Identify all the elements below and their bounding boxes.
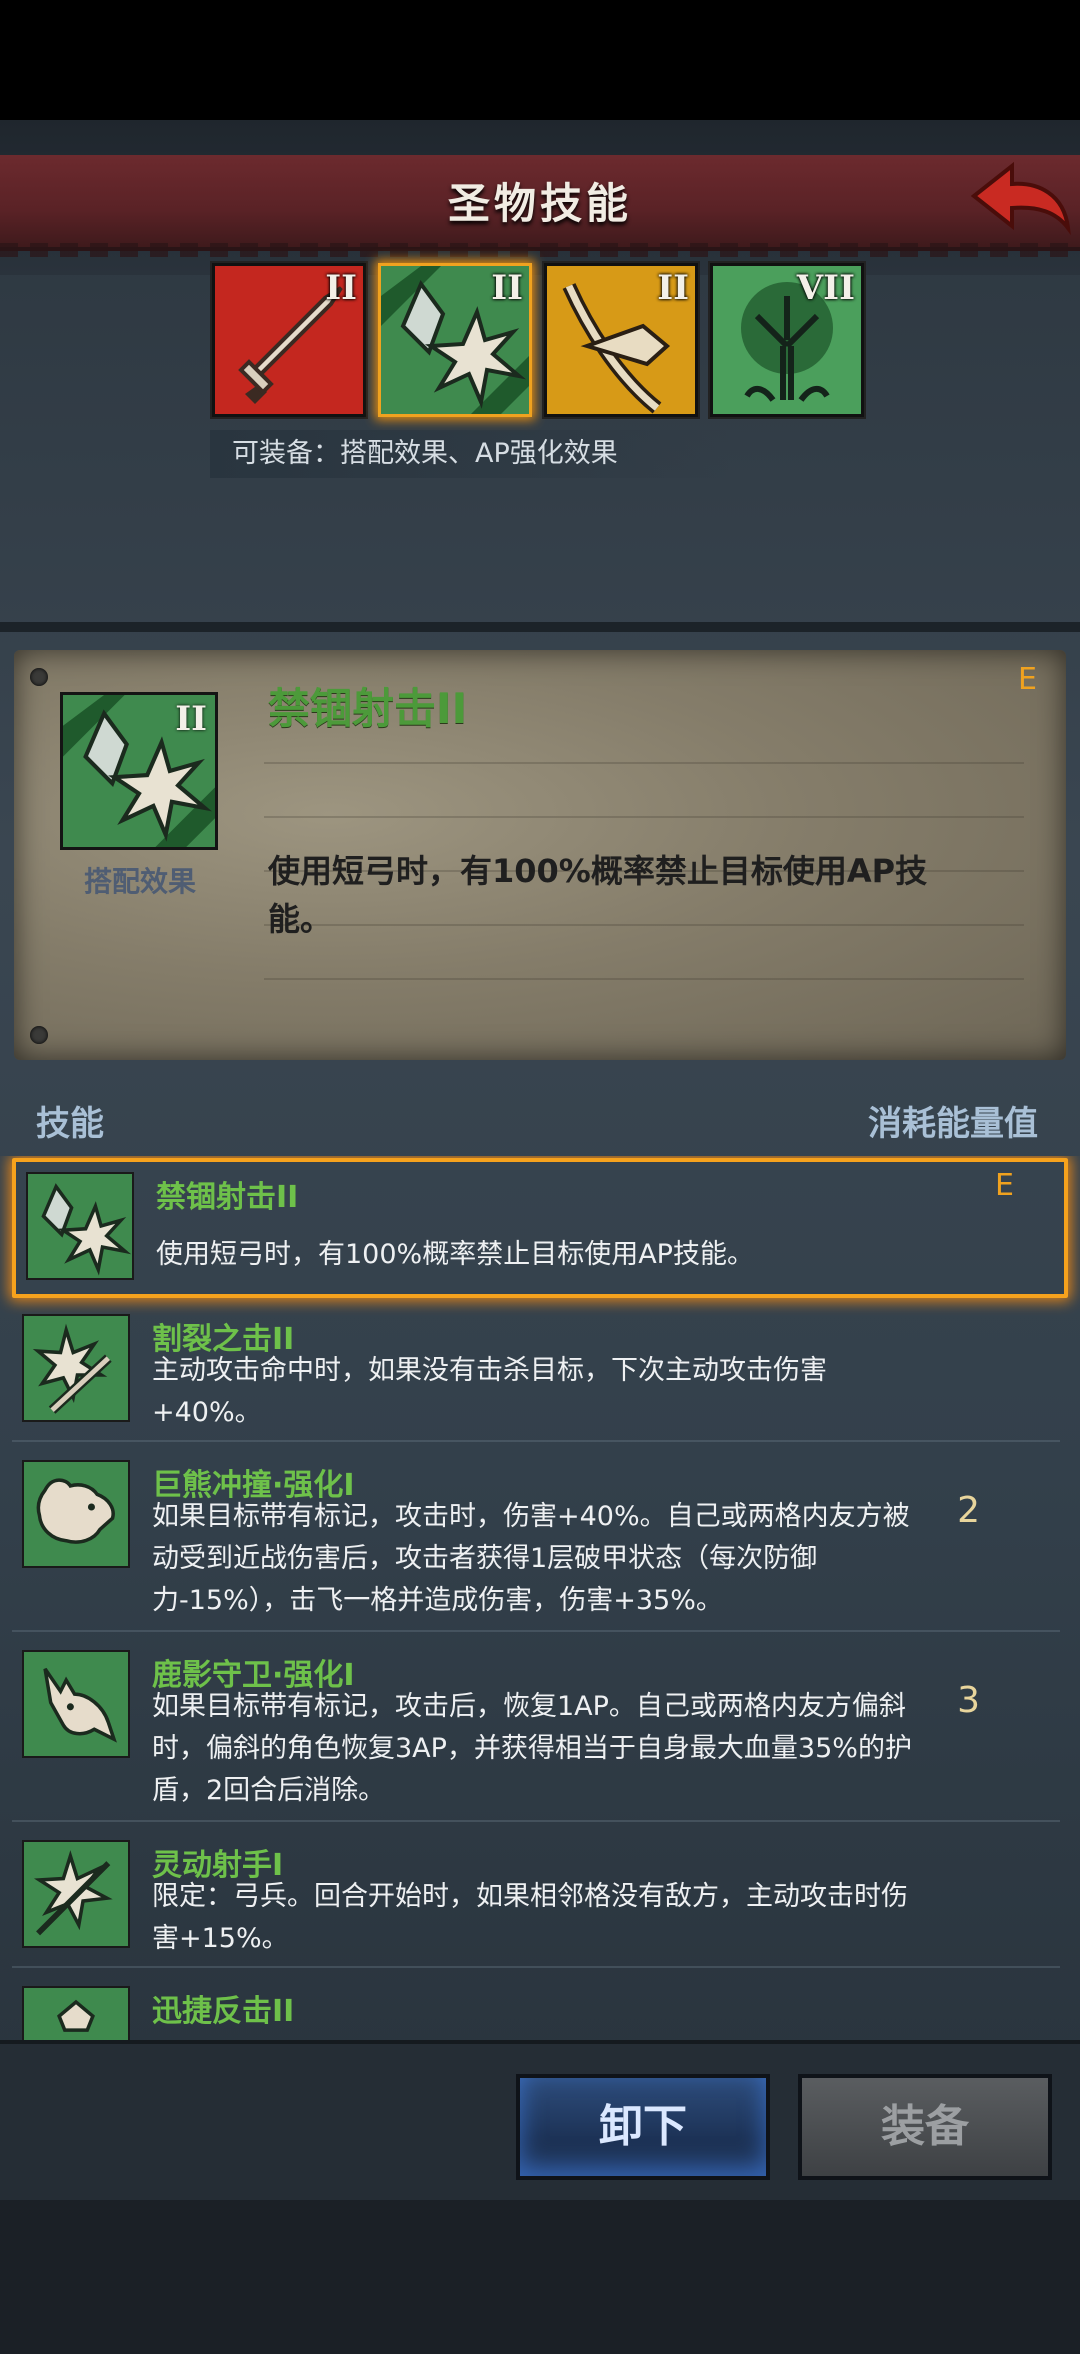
bear-icon [22, 1460, 130, 1568]
skill-description: 如果目标带有标记，攻击后，恢复1AP。自己或两格内友方偏斜时，偏斜的角色恢复3A… [152, 1691, 912, 1806]
list-item[interactable]: 迅捷反击II [12, 1976, 1060, 2040]
relic-level: II [491, 268, 523, 308]
equip-hint: 可装备：搭配效果、AP强化效果 [210, 430, 732, 478]
counter-icon [22, 1986, 130, 2040]
skill-description: 限定：弓兵。回合开始时，如果相邻格没有敌方，主动攻击时伤害+15%。 [152, 1881, 908, 1954]
skill-description: 使用短弓时，有100%概率禁止目标使用AP技能。 [156, 1239, 754, 1270]
list-item[interactable]: 割裂之击II 主动攻击命中时，如果没有击杀目标，下次主动攻击伤害+40%。 [12, 1304, 1060, 1442]
energy-cost: 2 [957, 1490, 980, 1531]
detail-level: II [175, 699, 207, 739]
skill-description: 主动攻击命中时，如果没有击杀目标，下次主动攻击伤害+40%。 [152, 1355, 827, 1428]
detail-equipped-badge: E [1018, 662, 1037, 697]
detail-skill-icon: II [60, 692, 218, 850]
relic-level: II [325, 268, 357, 308]
list-item[interactable]: 巨熊冲撞·强化I 如果目标带有标记，攻击时，伤害+40%。自己或两格内友方被动受… [12, 1450, 1060, 1632]
unequip-button[interactable]: 卸下 [516, 2074, 770, 2180]
relic-level: VII [796, 268, 855, 308]
energy-cost: 3 [957, 1680, 980, 1721]
list-item[interactable]: 禁锢射击II 使用短弓时，有100%概率禁止目标使用AP技能。 E [12, 1158, 1068, 1298]
back-button[interactable] [968, 158, 1072, 244]
equip-button[interactable]: 装备 [798, 2074, 1052, 2180]
skill-name: 禁锢射击II [156, 1180, 299, 1215]
back-arrow-icon [970, 161, 1071, 236]
list-item[interactable]: 灵动射手I 限定：弓兵。回合开始时，如果相邻格没有敌方，主动攻击时伤害+15%。 [12, 1830, 1060, 1968]
relic-slot-crystal-burst[interactable]: II [378, 263, 532, 417]
skill-list-header: 技能 消耗能量值 [0, 1082, 1080, 1154]
bottom-area [0, 2200, 1080, 2354]
relic-slot-bow[interactable]: II [544, 263, 698, 417]
section-divider [0, 622, 1080, 632]
column-cost-label: 消耗能量值 [868, 1104, 1038, 1144]
page-title: 圣物技能 [447, 179, 632, 228]
equipped-badge: E [995, 1168, 1014, 1203]
relic-slot-tree[interactable]: VII [710, 263, 864, 417]
relic-selector: II II II VII [212, 263, 872, 417]
deer-icon [22, 1650, 130, 1758]
detail-type-label: 搭配效果 [83, 865, 196, 898]
list-item[interactable]: 鹿影守卫·强化I 如果目标带有标记，攻击后，恢复1AP。自己或两格内友方偏斜时，… [12, 1640, 1060, 1822]
column-skill-label: 技能 [36, 1104, 104, 1144]
arrow-burst-icon [22, 1840, 130, 1948]
blade-burst-icon [22, 1314, 130, 1422]
crystal-burst-icon [26, 1172, 134, 1280]
relic-slot-sword[interactable]: II [212, 263, 366, 417]
relic-level: II [657, 268, 689, 308]
skill-description: 如果目标带有标记，攻击时，伤害+40%。自己或两格内友方被动受到近战伤害后，攻击… [152, 1501, 910, 1616]
skill-name: 迅捷反击II [152, 1994, 295, 2029]
detail-skill-name: 禁锢射击II [268, 684, 468, 733]
detail-skill-description: 使用短弓时，有100%概率禁止目标使用AP技能。 [268, 852, 928, 938]
skill-list[interactable]: 禁锢射击II 使用短弓时，有100%概率禁止目标使用AP技能。 E 割裂之击II… [0, 1156, 1080, 2040]
